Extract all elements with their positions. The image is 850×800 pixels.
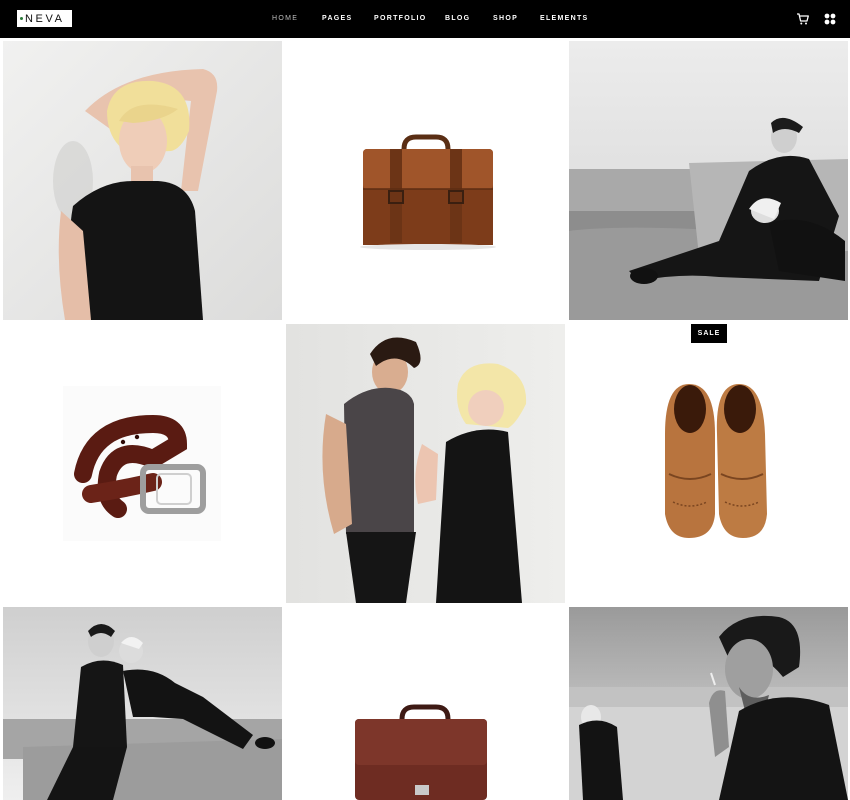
nav-item-elements[interactable]: ELEMENTS [540,13,589,25]
product-tile[interactable] [3,607,282,800]
man-smoking-beach-image [569,607,848,800]
top-navigation-bar: NEVA HOME PAGES PORTFOLIO BLOG SHOP ELEM… [0,0,850,38]
product-tile[interactable] [286,41,565,320]
product-tile[interactable] [569,41,848,320]
product-tile[interactable] [3,41,282,320]
nav-item-portfolio[interactable]: PORTFOLIO [374,13,427,25]
nav-item-home[interactable]: HOME [272,13,298,25]
burgundy-briefcase-image [286,607,565,800]
sale-badge: SALE [691,324,727,343]
product-tile[interactable] [569,324,848,603]
tan-suede-brogues-image [569,324,848,603]
cart-icon[interactable] [796,12,810,26]
logo-accent-dot [20,17,23,20]
nav-item-pages[interactable]: PAGES [322,13,353,25]
brown-leather-belt-image [3,324,282,603]
brown-leather-satchel-image [286,41,565,320]
couple-sitting-on-wall-image [3,607,282,800]
logo-text: NEVA [25,13,65,25]
couple-standing-image [286,324,565,603]
grid-icon[interactable] [823,12,837,26]
product-tile[interactable] [3,324,282,603]
couple-on-beach-image [569,41,848,320]
product-tile[interactable] [286,324,565,603]
product-tile[interactable] [286,607,565,800]
product-tile[interactable] [569,607,848,800]
nav-item-blog[interactable]: BLOG [445,13,470,25]
nav-item-shop[interactable]: SHOP [493,13,518,25]
model-blonde-black-top-image [3,41,282,320]
logo[interactable]: NEVA [17,10,72,27]
